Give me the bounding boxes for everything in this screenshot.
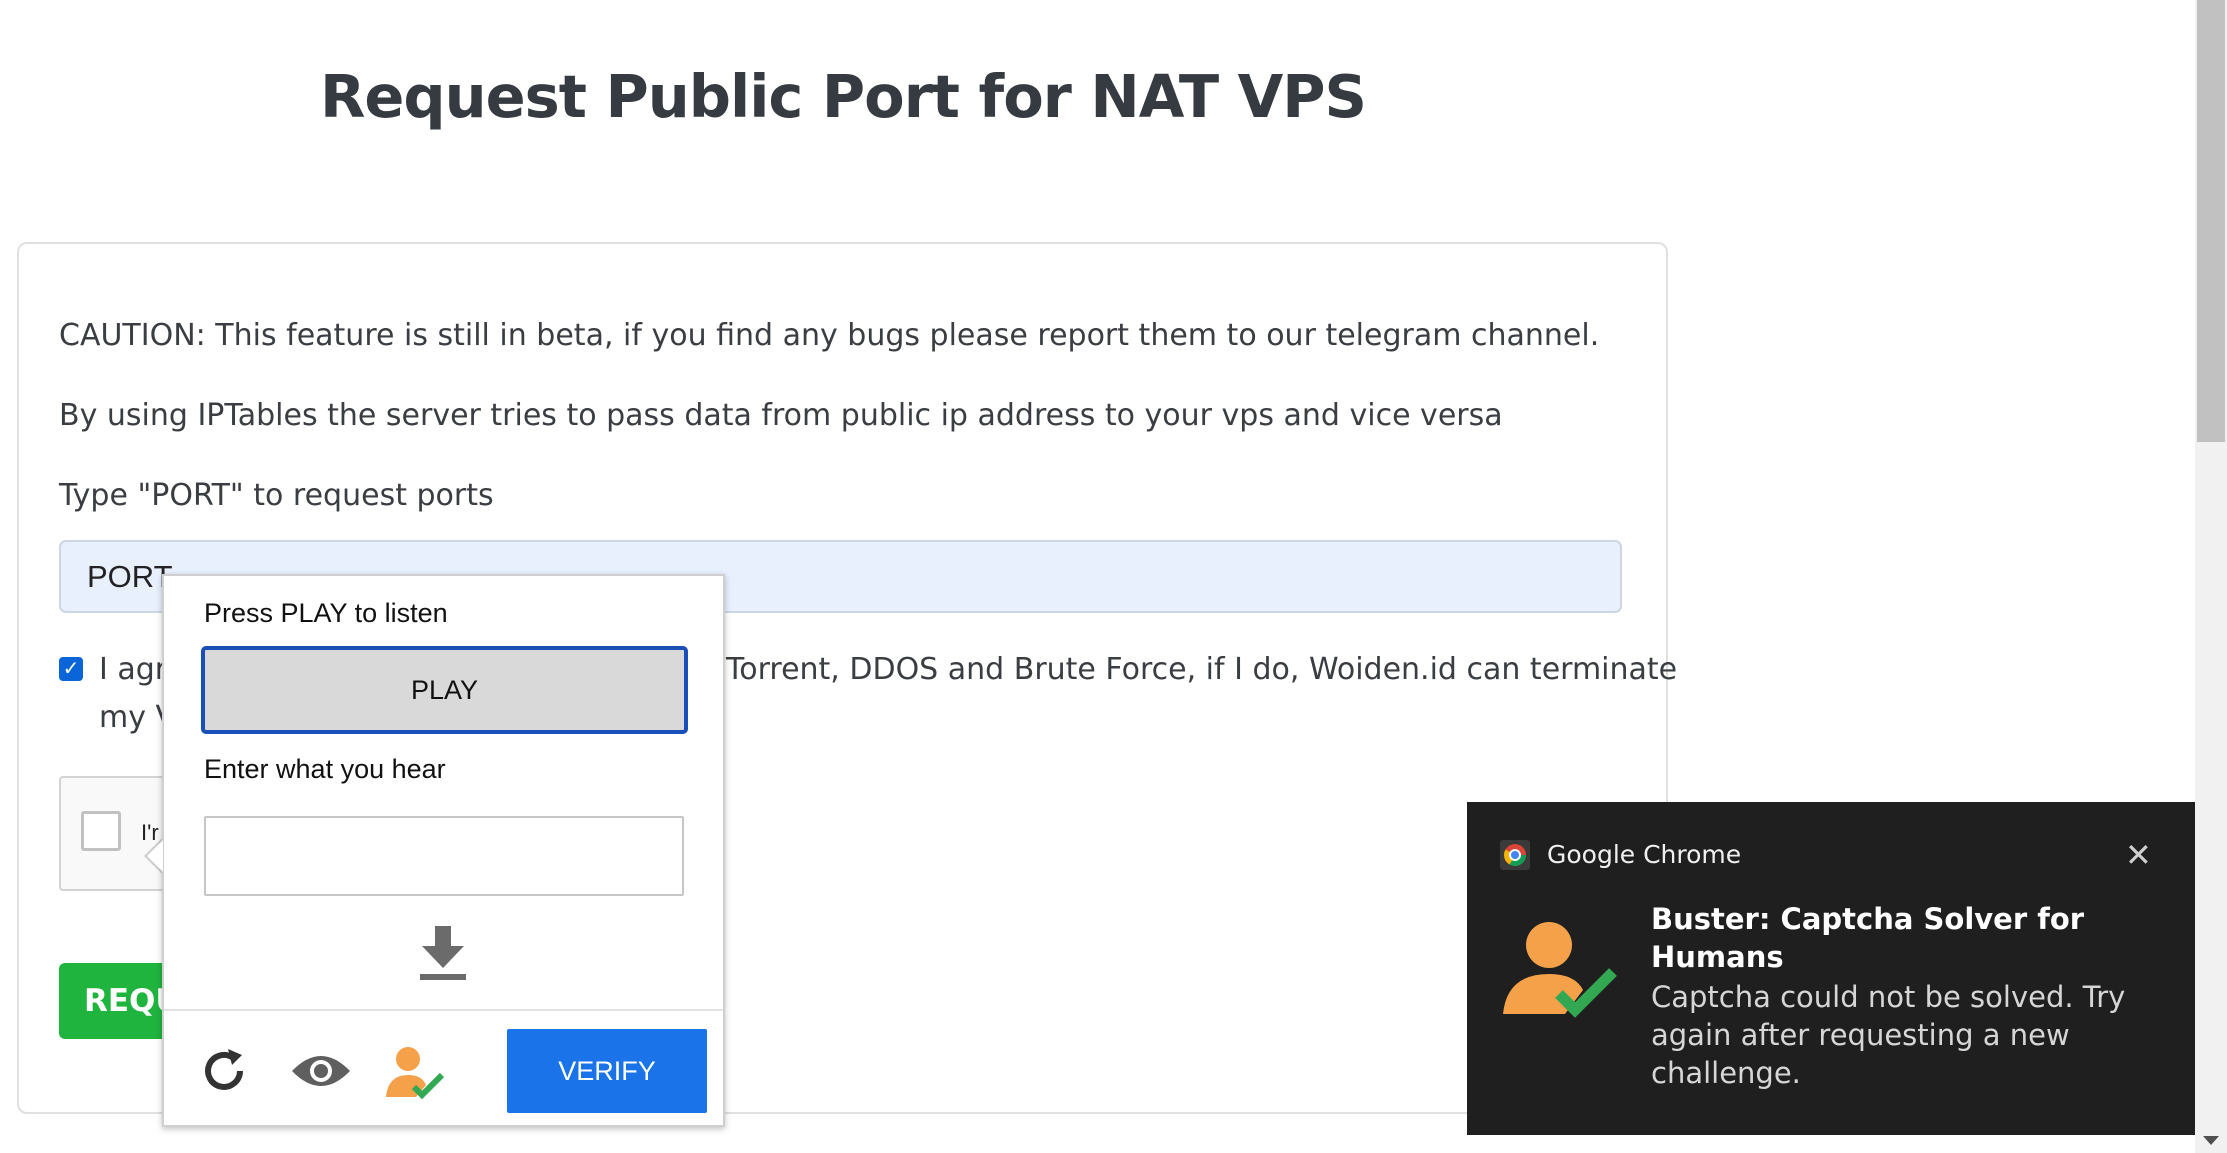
description-text: By using IPTables the server tries to pa…	[59, 398, 1503, 433]
verify-button[interactable]: VERIFY	[507, 1029, 707, 1113]
page-title: Request Public Port for NAT VPS	[319, 62, 1367, 131]
popup-pointer-inner	[147, 840, 163, 872]
caution-text: CAUTION: This feature is still in beta, …	[59, 318, 1600, 353]
popup-footer: VERIFY	[164, 1009, 723, 1129]
chrome-icon	[1500, 840, 1530, 870]
notification-title: Buster: Captcha Solver for Humans	[1651, 902, 2085, 974]
agree-checkbox[interactable]: ✓	[59, 657, 83, 681]
play-button[interactable]: PLAY	[201, 646, 688, 734]
download-icon[interactable]	[418, 926, 468, 987]
vertical-scrollbar[interactable]	[2195, 0, 2227, 1153]
notification-body: Captcha could not be solved. Try again a…	[1651, 980, 2126, 1090]
page: Request Public Port for NAT VPS CAUTION:…	[0, 0, 2195, 1153]
listen-label: Press PLAY to listen	[204, 598, 448, 628]
scroll-down-arrow-icon[interactable]	[2203, 1136, 2219, 1145]
notification-app-name: Google Chrome	[1547, 840, 1742, 869]
buster-icon	[1501, 918, 1621, 1022]
scrollbar-thumb[interactable]	[2197, 0, 2225, 442]
eye-icon[interactable]	[290, 1047, 352, 1100]
captcha-audio-popup: Press PLAY to listen PLAY Enter what you…	[162, 574, 725, 1127]
close-icon[interactable]: ✕	[2125, 836, 2152, 874]
enter-label: Enter what you hear	[204, 754, 446, 784]
chrome-notification[interactable]: Google Chrome ✕ Buster: Captcha Solver f…	[1467, 802, 2195, 1135]
agree-text-prefix: I agr	[99, 652, 168, 687]
reload-icon[interactable]	[200, 1047, 248, 1100]
agree-text: Torrent, DDOS and Brute Force, if I do, …	[726, 652, 1678, 687]
buster-solver-icon[interactable]	[384, 1045, 446, 1106]
recaptcha-checkbox[interactable]	[81, 811, 121, 851]
audio-answer-input[interactable]	[204, 816, 684, 896]
port-field-label: Type "PORT" to request ports	[59, 478, 494, 513]
